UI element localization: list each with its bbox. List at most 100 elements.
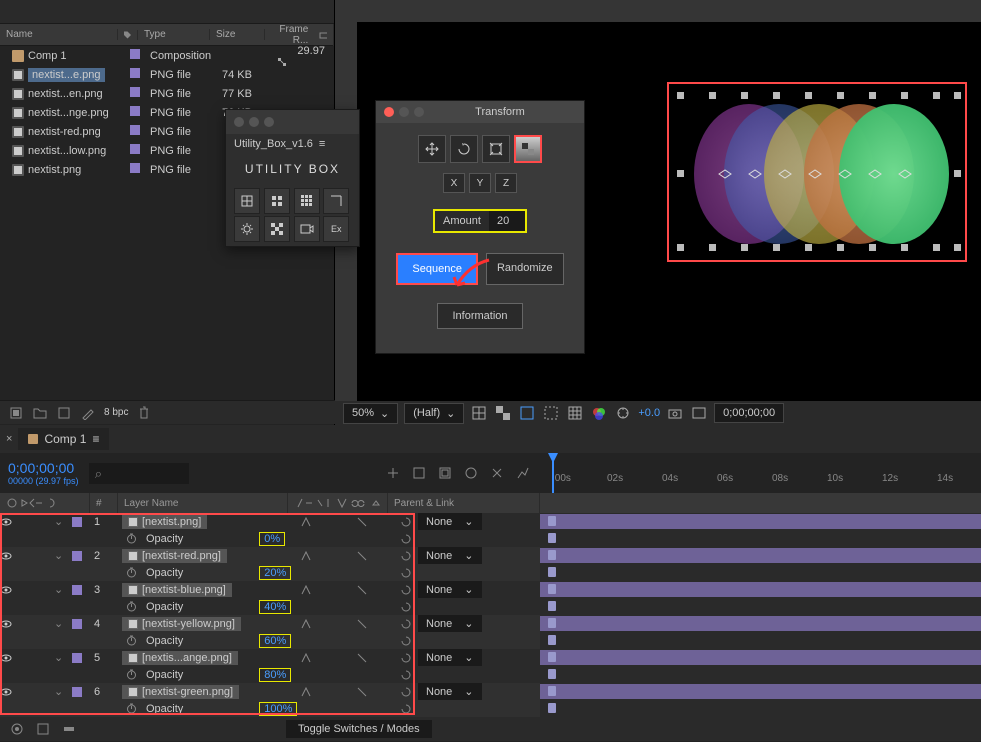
opacity-tool[interactable]: [514, 135, 542, 163]
layer-row[interactable]: ⌄ 3 [nextist-blue.png] None⌄: [0, 581, 981, 598]
visibility-toggle-icon[interactable]: [0, 687, 14, 697]
parent-dropdown[interactable]: None⌄: [418, 581, 482, 598]
visibility-toggle-icon[interactable]: [0, 653, 14, 663]
opacity-property-row[interactable]: Opacity 0%: [0, 530, 981, 547]
pickwhip-icon[interactable]: [400, 686, 412, 698]
pickwhip-icon[interactable]: [400, 601, 412, 613]
rotation-tool[interactable]: [450, 135, 478, 163]
panel-menu-icon[interactable]: ≡: [319, 138, 325, 150]
y-axis-button[interactable]: Y: [469, 173, 491, 193]
label-color-icon[interactable]: [130, 49, 140, 59]
traffic-max-icon[interactable]: [264, 117, 274, 127]
layer-bar[interactable]: [540, 684, 981, 699]
parent-dropdown[interactable]: None⌄: [418, 547, 482, 564]
project-item[interactable]: nextist...e.png PNG file 74 KB: [0, 65, 334, 84]
toggle-switches-icon-3[interactable]: [60, 720, 78, 738]
layer-switches[interactable]: [300, 516, 400, 528]
show-snapshot-icon[interactable]: [690, 404, 708, 422]
collapse-toggle-icon[interactable]: ⌄: [54, 549, 68, 562]
project-item[interactable]: nextist...en.png PNG file 77 KB: [0, 84, 334, 103]
time-ruler[interactable]: :00s02s04s06s08s10s12s14s: [540, 453, 981, 493]
randomize-button[interactable]: Randomize: [486, 253, 564, 285]
switch-icon[interactable]: [356, 584, 368, 596]
in-point-marker[interactable]: [548, 618, 556, 628]
sequence-button[interactable]: Sequence: [396, 253, 478, 285]
interpret-footage-icon[interactable]: [8, 405, 24, 421]
pickwhip-icon[interactable]: [400, 635, 412, 647]
draft-3d-icon[interactable]: [410, 464, 428, 482]
switch-icon[interactable]: [300, 618, 312, 630]
layer-row[interactable]: ⌄ 6 [nextist-green.png] None⌄: [0, 683, 981, 700]
utility-ex-tool[interactable]: Ex: [323, 216, 349, 242]
parent-link-header[interactable]: Parent & Link: [388, 493, 540, 513]
layer-bar[interactable]: [540, 514, 981, 529]
label-color-icon[interactable]: [72, 585, 82, 595]
collapse-toggle-icon[interactable]: ⌄: [54, 685, 68, 698]
switch-icon[interactable]: [356, 686, 368, 698]
pickwhip-icon[interactable]: [400, 584, 412, 596]
grid-icon[interactable]: [566, 404, 584, 422]
switch-icon[interactable]: [356, 550, 368, 562]
label-color-icon[interactable]: [130, 125, 140, 135]
label-color-icon[interactable]: [130, 87, 140, 97]
pickwhip-icon[interactable]: [400, 652, 412, 664]
layer-name[interactable]: [nextist-red.png]: [122, 549, 227, 563]
label-color-icon[interactable]: [72, 653, 82, 663]
pickwhip-icon[interactable]: [400, 618, 412, 630]
maximize-button[interactable]: [414, 107, 424, 117]
collapse-toggle-icon[interactable]: ⌄: [54, 617, 68, 630]
playhead[interactable]: [552, 453, 554, 493]
transparency-grid-icon[interactable]: [494, 404, 512, 422]
parent-dropdown[interactable]: None⌄: [418, 615, 482, 632]
collapse-toggle-icon[interactable]: ⌄: [54, 583, 68, 596]
graph-editor-icon[interactable]: [514, 464, 532, 482]
opacity-value[interactable]: 20%: [259, 566, 291, 580]
utility-checker-tool[interactable]: [264, 216, 290, 242]
parent-dropdown[interactable]: None⌄: [418, 649, 482, 666]
new-comp-icon[interactable]: [56, 405, 72, 421]
stopwatch-icon[interactable]: [126, 601, 138, 612]
opacity-property-row[interactable]: Opacity 60%: [0, 632, 981, 649]
switch-icon[interactable]: [356, 652, 368, 664]
toggle-switches-modes-button[interactable]: Toggle Switches / Modes: [286, 720, 432, 738]
layer-switches[interactable]: [300, 618, 400, 630]
composition-mini-flowchart-icon[interactable]: [384, 464, 402, 482]
layer-row[interactable]: ⌄ 4 [nextist-yellow.png] None⌄: [0, 615, 981, 632]
layer-number-header[interactable]: #: [90, 493, 118, 513]
position-tool[interactable]: [418, 135, 446, 163]
in-point-marker[interactable]: [548, 652, 556, 662]
toggle-switches-icon-2[interactable]: [34, 720, 52, 738]
preview-time-display[interactable]: 0;00;00;00: [714, 403, 784, 423]
scale-tool[interactable]: [482, 135, 510, 163]
layer-name-header[interactable]: Layer Name: [118, 493, 288, 513]
column-frame-rate[interactable]: Frame R...: [265, 24, 334, 46]
parent-dropdown[interactable]: None⌄: [418, 513, 482, 530]
layer-bar[interactable]: [540, 582, 981, 597]
comp-tab[interactable]: Comp 1 ≡: [18, 428, 109, 450]
layer-row[interactable]: ⌄ 5 [nextis...ange.png] None⌄: [0, 649, 981, 666]
layer-name[interactable]: [nextist-yellow.png]: [122, 617, 241, 631]
marker-icon[interactable]: [548, 635, 556, 645]
pickwhip-icon[interactable]: [400, 533, 412, 545]
utility-sun-tool[interactable]: [234, 216, 260, 242]
pickwhip-icon[interactable]: [400, 567, 412, 579]
frame-blend-icon[interactable]: [462, 464, 480, 482]
layer-bar[interactable]: [540, 616, 981, 631]
visibility-toggle-icon[interactable]: [0, 619, 14, 629]
visibility-toggle-icon[interactable]: [0, 551, 14, 561]
label-color-icon[interactable]: [72, 551, 82, 561]
layer-switches[interactable]: [300, 652, 400, 664]
z-axis-button[interactable]: Z: [495, 173, 517, 193]
layer-name[interactable]: [nextist-blue.png]: [122, 583, 232, 597]
reset-exposure-icon[interactable]: [614, 404, 632, 422]
project-item[interactable]: Comp 1 Composition 29.97: [0, 46, 334, 65]
switch-icon[interactable]: [300, 516, 312, 528]
roi-icon[interactable]: [542, 404, 560, 422]
in-point-marker[interactable]: [548, 686, 556, 696]
switch-icon[interactable]: [356, 618, 368, 630]
traffic-min-icon[interactable]: [249, 117, 259, 127]
pickwhip-icon[interactable]: [400, 516, 412, 528]
label-color-icon[interactable]: [130, 163, 140, 173]
pickwhip-icon[interactable]: [400, 669, 412, 681]
visibility-toggle-icon[interactable]: [0, 517, 14, 527]
